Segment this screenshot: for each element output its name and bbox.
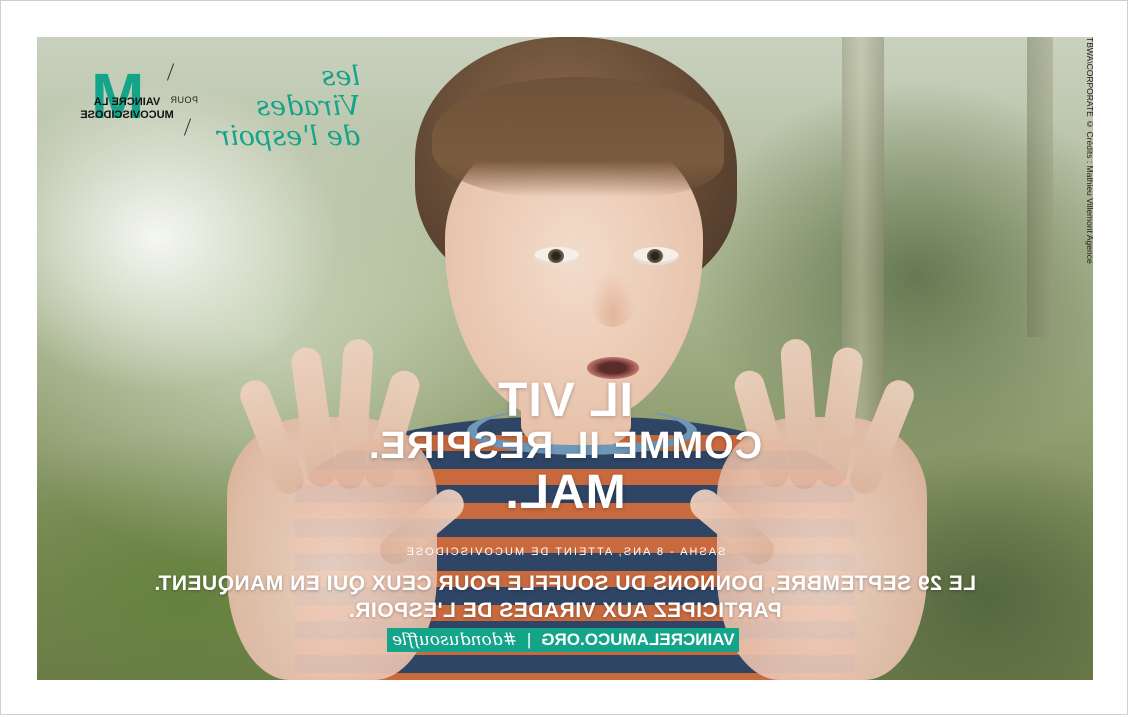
left-eye: [534, 247, 580, 265]
vaincre-line1: VAINCRE LA: [93, 96, 161, 108]
body-copy: LE 29 SEPTEMBRE, DONNONS DU SOUFFLE POUR…: [37, 570, 1093, 624]
headline-line1: IL VIT: [497, 374, 633, 427]
headline-line3: MAL.: [504, 466, 626, 519]
cta-url: VAINCRELAMUCO.ORG: [541, 630, 735, 649]
virades-line2: de l'espoir: [217, 121, 360, 152]
photo-credit: TBWA\CORPORATE © Crédits : Mathieu Ville…: [1085, 37, 1093, 264]
virades-line1: les Virades: [256, 61, 360, 122]
body-line1: LE 29 SEPTEMBRE, DONNONS DU SOUFFLE POUR…: [153, 572, 977, 595]
vaincre-line2: MUCOVISCIDOSE: [80, 109, 174, 121]
photo-caption: SASHA - 8 ANS, ATTEINT DE MUCOVISCIDOSE: [404, 546, 726, 558]
right-eye: [633, 247, 679, 265]
vaincre-logo-text: VAINCRE LA MUCOVISCIDOSE: [77, 96, 177, 122]
cta-separator: |: [526, 630, 531, 649]
body-line2: PARTICIPEZ AUX VIRADES DE L'ESPOIR.: [348, 599, 782, 622]
child-fringe: [432, 77, 724, 197]
child-nose: [590, 272, 636, 327]
headline-line2: COMME IL RESPIRE.: [367, 425, 763, 467]
virades-de-l-espoir-logo: les Virades de l'espoir: [210, 61, 360, 152]
campaign-poster: M VAINCRE LA MUCOVISCIDOSE POUR les Vira…: [37, 37, 1093, 680]
cta-bar: VAINCRELAMUCO.ORG | #dondusouffle: [387, 628, 739, 652]
pour-label: POUR: [170, 95, 199, 105]
cta-hashtag: #dondusouffle: [391, 630, 517, 650]
vaincre-la-mucoviscidose-logo: M VAINCRE LA MUCOVISCIDOSE: [77, 60, 174, 140]
cta-content: VAINCRELAMUCO.ORG | #dondusouffle: [392, 630, 735, 650]
headline: IL VIT COMME IL RESPIRE. MAL.: [37, 374, 1093, 519]
